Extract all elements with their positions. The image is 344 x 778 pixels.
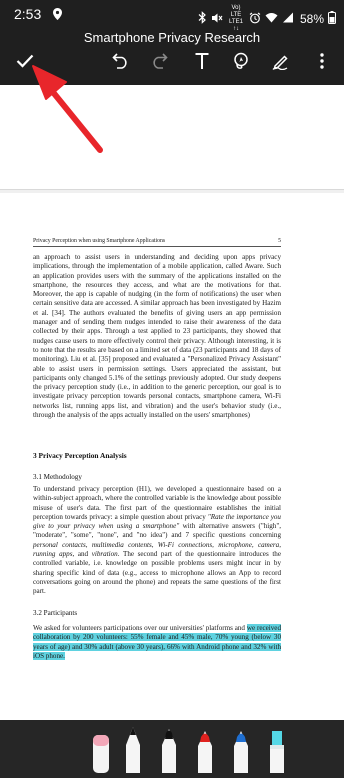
marker-blue-icon[interactable] <box>232 731 250 778</box>
subsection-methodology: 3.1 Methodology <box>33 473 82 481</box>
bluetooth-icon <box>198 11 207 27</box>
signal-icon <box>282 12 294 26</box>
redo-icon[interactable] <box>146 48 172 74</box>
battery-percent: 58% <box>299 12 324 26</box>
more-icon[interactable] <box>309 48 335 74</box>
pen-tray <box>0 720 344 778</box>
pen-icon[interactable] <box>268 48 294 74</box>
running-head-title: Privacy Perception when using Smartphone… <box>33 238 166 244</box>
page-number: 5 <box>278 238 281 244</box>
p2-italic-vibration: vibration <box>91 550 118 559</box>
running-head: Privacy Perception when using Smartphone… <box>33 238 281 247</box>
wifi-icon <box>265 12 278 26</box>
marker-white-icon[interactable] <box>124 727 142 778</box>
status-time: 2:53 <box>14 6 42 22</box>
section-title: 3 Privacy Perception Analysis <box>33 451 127 460</box>
body-paragraph-2: To understand privacy perception (H1), w… <box>33 485 281 597</box>
lasso-icon[interactable] <box>228 48 254 74</box>
marker-black-icon[interactable] <box>160 729 178 778</box>
previous-page <box>0 85 344 190</box>
undo-icon[interactable] <box>108 48 134 74</box>
network-indicator: Vo) LTE LTE1 ↑↓ <box>227 5 245 33</box>
mute-icon <box>211 12 223 27</box>
marker-red-icon[interactable] <box>196 731 214 778</box>
location-icon <box>53 7 62 25</box>
check-icon[interactable] <box>12 48 38 74</box>
document-page[interactable]: Privacy Perception when using Smartphone… <box>0 193 344 723</box>
status-bar: 2:53 Vo) LTE LTE1 ↑↓ 58% <box>0 0 344 33</box>
body-paragraph-1: an approach to assist users in understan… <box>33 253 281 420</box>
battery-icon <box>328 11 336 27</box>
status-icons: Vo) LTE LTE1 ↑↓ 58% <box>198 5 336 33</box>
document-title: Smartphone Privacy Research <box>83 30 261 45</box>
subsection-participants: 3.2 Participants <box>33 609 78 617</box>
alarm-icon <box>249 12 261 27</box>
eraser-pen-icon[interactable] <box>92 733 110 778</box>
editor-toolbar: Smartphone Privacy Research <box>0 30 344 85</box>
text-icon[interactable] <box>189 48 215 74</box>
highlighter-cyan-icon[interactable] <box>268 731 286 778</box>
p2-text-c: , and <box>72 550 92 559</box>
network-top: Vo) LTE <box>230 5 242 18</box>
p3-text: We asked for volunteers participations o… <box>33 624 247 632</box>
body-paragraph-3: We asked for volunteers participations o… <box>33 624 281 661</box>
